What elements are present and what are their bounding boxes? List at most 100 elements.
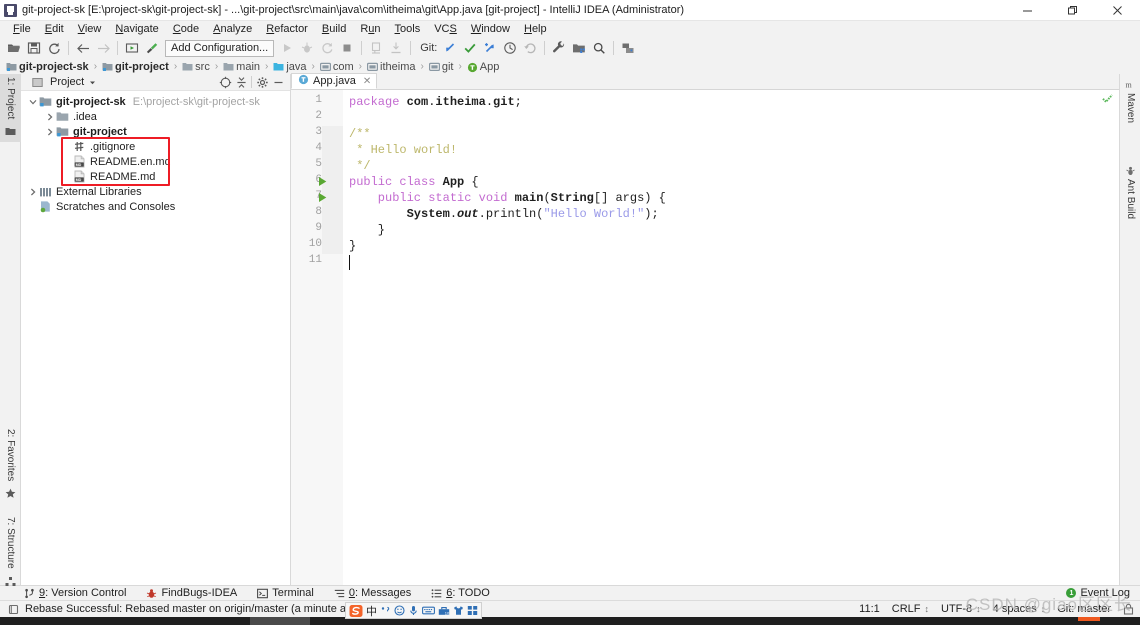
attach-process-icon[interactable] [386,38,406,58]
breadcrumb-item-main[interactable]: main [223,61,260,73]
chevron-right-icon[interactable] [27,184,39,199]
bottom-tab-6-todo[interactable]: 6: TODO [431,587,490,599]
skin-shirt-icon[interactable] [453,605,464,616]
project-tree[interactable]: git-project-sk E:\project-sk\git-project-… [21,91,290,585]
bottom-tab-findbugs-idea[interactable]: FindBugs-IDEA [146,587,237,599]
bottom-tab-0-messages[interactable]: 0: Messages [334,587,411,599]
breadcrumb-item-itheima[interactable]: itheima [367,61,415,73]
git-rollback-icon[interactable] [520,38,540,58]
event-log-button[interactable]: 1 Event Log [1066,587,1130,599]
sidebar-item-structure[interactable]: 7: Structure [0,514,21,596]
menu-item-window[interactable]: Window [464,21,517,37]
wrench-settings-icon[interactable] [549,38,569,58]
status-message[interactable]: Rebase Successful: Rebased master on ori… [25,603,362,615]
git-history-clock-icon[interactable] [500,38,520,58]
emoji-smile-icon[interactable] [394,605,405,616]
git-commit-check-icon[interactable] [460,38,480,58]
chevron-right-icon[interactable] [44,124,56,139]
tree-node-git-project-sk[interactable]: git-project-sk E:\project-sk\git-project-… [21,94,290,109]
menu-item-file[interactable]: File [6,21,38,37]
debug-bug-icon[interactable] [297,38,317,58]
ime-mode-label[interactable]: 中 [366,603,377,619]
run-gutter-icon[interactable] [317,192,328,203]
close-button[interactable] [1095,0,1140,21]
ime-floating-toolbar[interactable]: 中 10 [345,602,482,619]
inspection-status-ok-icon[interactable] [1102,93,1113,107]
code-text-area[interactable]: package com.itheima.git;/** * Hello worl… [343,90,1119,585]
tab-app-java[interactable]: App.java ✕ [291,73,378,89]
maximize-button[interactable] [1050,0,1095,21]
menu-item-edit[interactable]: Edit [38,21,71,37]
menu-item-code[interactable]: Code [166,21,206,37]
close-icon[interactable]: ✕ [363,76,371,87]
menu-item-build[interactable]: Build [315,21,353,37]
navigate-back-icon[interactable] [73,38,93,58]
indent-selector[interactable]: 4 spaces ↕ [987,603,1052,615]
tree-node-git-project[interactable]: git-project [21,124,290,139]
chevron-right-icon[interactable] [44,109,56,124]
menu-item-run[interactable]: Run [353,21,387,37]
target-locate-icon[interactable] [217,74,233,90]
read-only-lock-icon[interactable] [1117,603,1140,615]
tree-node--idea[interactable]: .idea [21,109,290,124]
menu-item-vcs[interactable]: VCS [427,21,464,37]
run-play-icon[interactable] [277,38,297,58]
search-magnifier-icon[interactable] [589,38,609,58]
code-fold-region[interactable] [322,206,343,254]
caret-position[interactable]: 11:1 [853,603,886,615]
menu-item-refactor[interactable]: Refactor [259,21,315,37]
apps-grid-icon[interactable] [467,605,478,616]
add-configuration-button[interactable]: Add Configuration... [165,39,275,57]
toolbox-icon[interactable]: 10 [438,605,450,616]
bottom-tab-terminal[interactable]: Terminal [257,587,314,599]
sidebar-item-maven[interactable]: m Maven [1120,76,1140,138]
breadcrumb-item-src[interactable]: src [182,61,210,73]
menu-item-navigate[interactable]: Navigate [108,21,165,37]
collapse-all-icon[interactable] [233,74,249,90]
sync-icon[interactable] [44,38,64,58]
sidebar-item-ant-build[interactable]: Ant Build [1120,162,1140,240]
line-separator-selector[interactable]: CRLF ↕ [886,603,935,615]
save-icon[interactable] [24,38,44,58]
punctuation-icon[interactable] [380,605,391,616]
bottom-tab-9-version-control[interactable]: 9: Version Control [24,587,126,599]
tree-node-external-libraries[interactable]: External Libraries [21,184,290,199]
stop-square-icon[interactable] [337,38,357,58]
tree-node-readme-en-md[interactable]: MD README.en.md [21,154,290,169]
chevron-down-icon[interactable] [84,74,100,90]
menu-item-tools[interactable]: Tools [388,21,428,37]
gear-icon[interactable] [254,74,270,90]
project-structure-icon[interactable] [569,38,589,58]
tree-node-readme-md[interactable]: MD README.md [21,169,290,184]
breadcrumb-item-app[interactable]: App [467,61,499,73]
sidebar-item-project[interactable]: 1: Project [0,74,21,142]
git-push-icon[interactable] [480,38,500,58]
build-hammer-icon[interactable] [142,38,162,58]
menu-item-analyze[interactable]: Analyze [206,21,259,37]
minimize-button[interactable] [1005,0,1050,21]
code-fold-region[interactable] [322,126,343,174]
run-coverage-icon[interactable] [317,38,337,58]
menu-item-view[interactable]: View [71,21,109,37]
sidebar-item-favorites[interactable]: 2: Favorites [0,426,21,508]
run-config-icon[interactable] [122,38,142,58]
tree-node--gitignore[interactable]: .gitignore [21,139,290,154]
profile-icon[interactable] [366,38,386,58]
run-gutter-icon[interactable] [317,176,328,187]
taskbar-active-item[interactable] [250,617,310,625]
editor-scroll-column[interactable] [1102,90,1119,585]
editor-gutter[interactable]: 1 2 3 4 5 6 7 8 9 10 11 [291,90,343,585]
soft-keyboard-icon[interactable] [422,605,435,616]
git-branch-widget[interactable]: Git: master [1051,603,1117,615]
breadcrumb-item-git-project[interactable]: git-project [102,61,169,73]
folder-open-icon[interactable] [4,38,24,58]
tree-node-scratches-and-consoles[interactable]: Scratches and Consoles [21,199,290,214]
plugins-icon[interactable] [618,38,638,58]
menu-item-help[interactable]: Help [517,21,554,37]
breadcrumb-item-git[interactable]: git [428,61,453,73]
microphone-icon[interactable] [408,605,419,616]
git-update-icon[interactable] [440,38,460,58]
sogou-logo-icon[interactable] [349,604,363,618]
chevron-down-icon[interactable] [27,94,39,109]
breadcrumb-item-com[interactable]: com [319,61,354,73]
